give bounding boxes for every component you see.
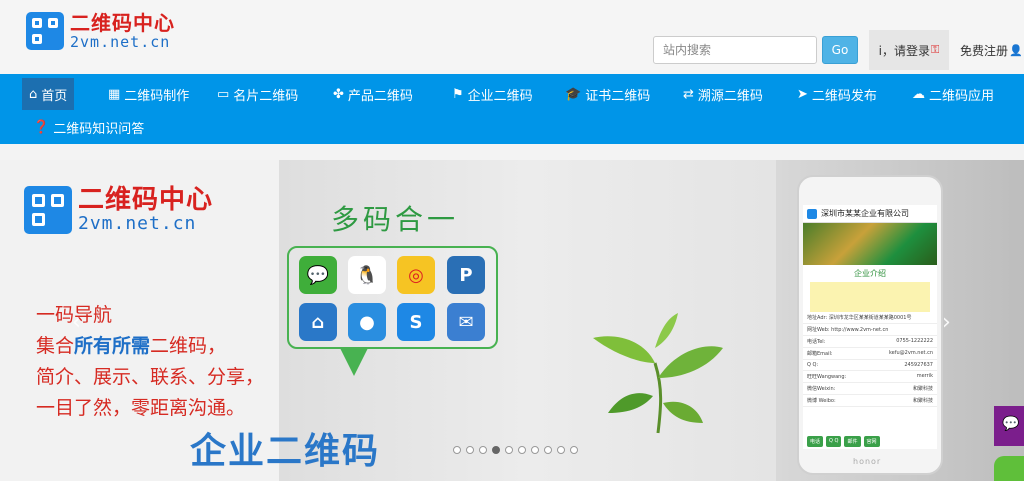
site-search-input[interactable]	[653, 36, 817, 64]
nav-item-card-qr[interactable]: ▭ 名片二维码	[210, 78, 305, 110]
main-nav: ⌂ 首页 ▦ 二维码制作 ▭ 名片二维码 ✤ 产品二维码 ⚑ 企业二维码 🎓 证书二维码 ⇄…	[0, 74, 1024, 144]
wechat-icon: 💬	[299, 256, 337, 294]
user-plus-icon: 👤	[1009, 43, 1023, 57]
carousel-dot[interactable]	[492, 446, 500, 454]
bubble-title: 多码合一	[331, 203, 460, 236]
carousel-prev-arrow[interactable]: ‹	[72, 310, 81, 335]
carousel-dots	[453, 446, 578, 454]
multi-code-bubble: 💬 🐧 ◎ P ⌂ ● S ✉	[287, 246, 498, 349]
carousel-next-arrow[interactable]: ›	[942, 310, 951, 335]
nav-item-qr-publish[interactable]: ➤ 二维码发布	[790, 78, 884, 110]
nav-item-trace-qr[interactable]: ⇄ 溯源二维码	[676, 78, 770, 110]
browser-icon: P	[447, 256, 485, 294]
phone-brand: honor	[853, 457, 882, 466]
retweet-icon: ⇄	[683, 86, 694, 102]
nav-item-qr-faq[interactable]: ❓ 二维码知识问答	[26, 111, 151, 143]
card-icon: ▭	[217, 86, 230, 102]
nav-item-qr-make[interactable]: ▦ 二维码制作	[101, 78, 196, 110]
skype-icon: S	[397, 303, 435, 341]
hero-carousel[interactable]: 二维码中心 2vm.net.cn 一码导航 集合所有所需二维码， 简介、展示、联…	[0, 160, 1024, 481]
carousel-dot[interactable]	[505, 446, 513, 454]
qr-logo-icon	[26, 12, 64, 50]
key-icon: ⚿	[930, 43, 940, 56]
site-logo[interactable]: 二维码中心 2vm.net.cn	[26, 12, 175, 50]
qr-icon: ▦	[108, 86, 121, 102]
weibo-icon: ◎	[397, 256, 435, 294]
phone-mockup: 深圳市某某企业有限公司 企业介绍 地址Adr: 深圳市龙华区某某街道某某路000…	[797, 175, 943, 475]
logo-cn-text: 二维码中心	[70, 10, 175, 35]
plant-image	[593, 313, 723, 434]
carousel-dot[interactable]	[557, 446, 565, 454]
carousel-dot[interactable]	[544, 446, 552, 454]
mail-icon: ✉	[447, 303, 485, 341]
logo-en-text: 2vm.net.cn	[70, 32, 171, 51]
cloud-icon: ☁	[912, 86, 925, 102]
register-link[interactable]: 免费注册 👤	[960, 30, 1024, 70]
banner-slogan: 一码导航 集合所有所需二维码， 简介、展示、联系、分享， 一目了然，零距离沟通。	[36, 304, 265, 419]
qr-logo-icon	[24, 186, 72, 234]
carousel-dot[interactable]	[570, 446, 578, 454]
carousel-dot[interactable]	[453, 446, 461, 454]
side-wechat-tab[interactable]: 💬	[994, 406, 1024, 446]
nav-item-qr-apps[interactable]: ☁ 二维码应用	[905, 78, 1001, 110]
nav-item-company-qr[interactable]: ⚑ 企业二维码	[445, 78, 540, 110]
nav-item-home[interactable]: ⌂ 首页	[22, 78, 75, 110]
house-icon: ⌂	[299, 303, 337, 341]
chat-icon: 💬	[1002, 416, 1020, 432]
send-icon: ➤	[797, 86, 808, 102]
carousel-dot[interactable]	[479, 446, 487, 454]
nav-item-certificate-qr[interactable]: 🎓 证书二维码	[558, 78, 657, 110]
qr-logo-icon	[807, 208, 817, 219]
side-share-tab[interactable]	[994, 456, 1024, 481]
graduation-icon: 🎓	[565, 86, 582, 102]
banner-big-title: 企业二维码	[190, 431, 381, 472]
banner-logo-cn: 二维码中心	[78, 185, 214, 215]
flag-icon: ⚑	[452, 86, 464, 102]
login-link[interactable]: i，请登录 ⚿	[869, 30, 949, 70]
cubes-icon: ✤	[333, 86, 344, 102]
carousel-dot[interactable]	[466, 446, 474, 454]
site-header: 二维码中心 2vm.net.cn Go i，请登录⚿ 免费注册👤	[0, 0, 1024, 74]
carousel-dot[interactable]	[518, 446, 526, 454]
nav-item-product-qr[interactable]: ✤ 产品二维码	[326, 78, 420, 110]
bird-icon: ●	[348, 303, 386, 341]
home-icon: ⌂	[29, 86, 38, 102]
banner-logo: 二维码中心 2vm.net.cn	[24, 186, 213, 234]
banner-logo-en: 2vm.net.cn	[78, 213, 197, 234]
question-icon: ❓	[33, 119, 50, 135]
carousel-dot[interactable]	[531, 446, 539, 454]
search-go-button[interactable]: Go	[822, 36, 858, 64]
company-photo	[803, 223, 937, 265]
qq-icon: 🐧	[348, 256, 386, 294]
phone-screen: 深圳市某某企业有限公司 企业介绍 地址Adr: 深圳市龙华区某某街道某某路000…	[803, 205, 937, 449]
